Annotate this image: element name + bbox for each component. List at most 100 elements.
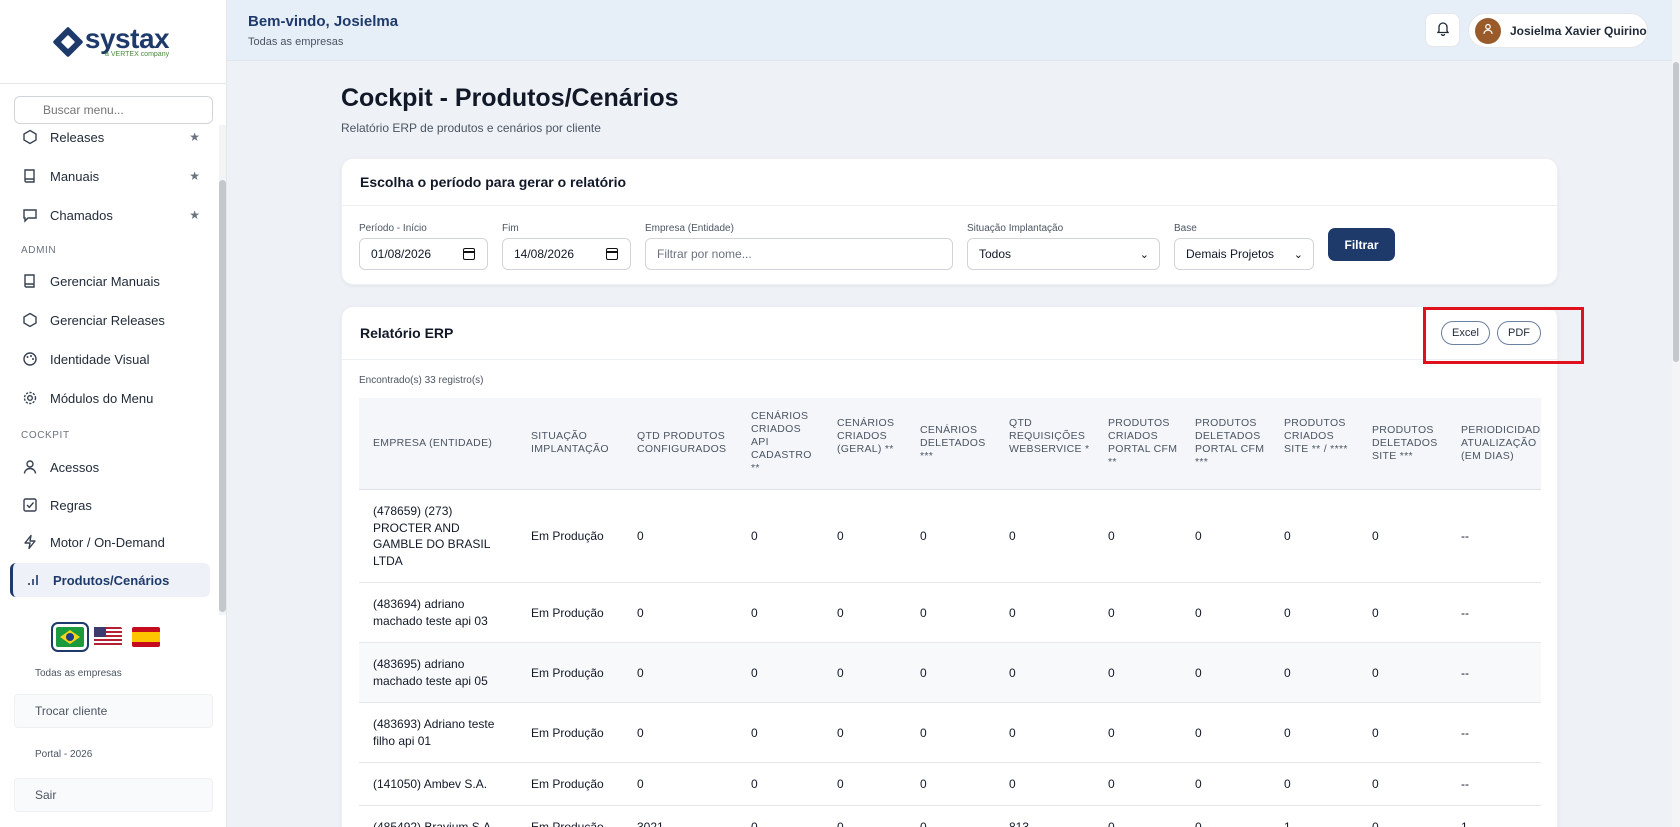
star-icon[interactable]: ★	[189, 208, 200, 222]
star-icon[interactable]: ★	[189, 130, 200, 144]
table-cell: 0	[920, 606, 927, 620]
sidebar-item-regras[interactable]: Regras	[10, 488, 210, 522]
table-row[interactable]: (483693) Adriano teste filho api 01 Em P…	[359, 703, 1541, 763]
table-cell: 0	[751, 820, 758, 827]
record-count: Encontrado(s) 33 registro(s)	[359, 375, 484, 386]
column-header[interactable]: PERIODICIDADE ATUALIZAÇÃO (EM DIAS)	[1461, 424, 1541, 463]
column-header[interactable]: QTD REQUISIÇÕES WEBSERVICE *	[1009, 417, 1091, 456]
column-header[interactable]: EMPRESA (ENTIDADE)	[373, 437, 503, 450]
table-row[interactable]: (478659) (273) PROCTER AND GAMBLE DO BRA…	[359, 490, 1541, 583]
end-date-input[interactable]: 14/08/2026	[502, 238, 631, 270]
table-cell: 0	[751, 777, 758, 791]
table-row[interactable]: (141050) Ambev S.A. Em Produção 0 0 0 0 …	[359, 763, 1541, 806]
table-cell: --	[1461, 726, 1469, 740]
table-cell: 0	[1195, 529, 1202, 543]
column-header[interactable]: CENÁRIOS CRIADOS (GERAL) **	[837, 417, 905, 456]
calendar-icon[interactable]	[463, 248, 475, 260]
company-scope-label: Todas as empresas	[35, 668, 122, 679]
flag-usa-icon[interactable]	[94, 627, 122, 647]
report-card-title: Relatório ERP	[342, 307, 1557, 360]
table-cell: 0	[837, 606, 844, 620]
table-cell: 0	[837, 726, 844, 740]
table-cell: 0	[1108, 777, 1115, 791]
table-header: EMPRESA (ENTIDADE) SITUAÇÃO IMPLANTAÇÃO …	[359, 398, 1541, 490]
table-cell: (483694) adriano machado teste api 03	[373, 597, 488, 628]
language-selector	[51, 622, 160, 652]
page-subtitle: Relatório ERP de produtos e cenários por…	[341, 121, 601, 135]
start-date-input[interactable]: 01/08/2026	[359, 238, 488, 270]
table-cell: 0	[1372, 820, 1379, 827]
calendar-icon[interactable]	[606, 248, 618, 260]
table-cell: 0	[1284, 666, 1291, 680]
sidebar-item-gerenciar-manuais[interactable]: Gerenciar Manuais	[10, 264, 210, 298]
sidebar-item-label: Regras	[50, 497, 92, 513]
column-header[interactable]: QTD PRODUTOS CONFIGURADOS	[637, 430, 737, 456]
company-filter-input[interactable]: Filtrar por nome...	[645, 238, 953, 270]
table-row[interactable]: (485492) Bravium S.A. Em Produção 3021 0…	[359, 806, 1541, 827]
column-header[interactable]: CENÁRIOS CRIADOS API CADASTRO **	[751, 410, 819, 475]
notifications-button[interactable]	[1425, 13, 1460, 47]
sidebar-scrollbar-thumb[interactable]	[219, 180, 226, 612]
table-row[interactable]: (483694) adriano machado teste api 03 Em…	[359, 583, 1541, 643]
chat-icon	[22, 207, 38, 223]
table-cell: 0	[637, 777, 644, 791]
sidebar-item-label: Acessos	[50, 459, 100, 475]
table-cell: (485492) Bravium S.A.	[373, 820, 495, 827]
sidebar-item-acessos[interactable]: Acessos	[10, 450, 210, 484]
brand-name: systax	[84, 23, 170, 54]
column-header[interactable]: PRODUTOS DELETADOS SITE ***	[1372, 424, 1450, 463]
sidebar-item-label: Chamados	[50, 207, 113, 223]
switch-client-button[interactable]: Trocar cliente	[14, 694, 213, 728]
table-row[interactable]: (483695) adriano machado teste api 05 Em…	[359, 643, 1541, 703]
column-header[interactable]: PRODUTOS DELETADOS PORTAL CFM ***	[1195, 417, 1270, 469]
status-select[interactable]: Todos ⌄	[967, 238, 1160, 270]
portal-version-label: Portal - 2026	[35, 749, 93, 760]
sidebar-item-label: Identidade Visual	[50, 351, 150, 367]
sidebar-item-identidade-visual[interactable]: Identidade Visual	[10, 342, 210, 376]
sidebar-item-produtos-cenarios[interactable]: Produtos/Cenários	[10, 563, 210, 597]
table-cell: 0	[1009, 726, 1016, 740]
table-cell: 3021	[637, 820, 664, 827]
sidebar-item-modulos-menu[interactable]: Módulos do Menu	[10, 381, 210, 415]
flag-spain-icon[interactable]	[132, 627, 160, 647]
table-cell: 0	[837, 820, 844, 827]
sidebar-item-motor-on-demand[interactable]: Motor / On-Demand	[10, 525, 210, 559]
table-cell: 0	[1009, 666, 1016, 680]
sidebar-item-manuais[interactable]: Manuais ★	[10, 159, 210, 193]
table-cell: 0	[1372, 777, 1379, 791]
checkbox-icon	[22, 497, 38, 513]
table-cell: Em Produção	[531, 726, 604, 740]
table-cell: 0	[1284, 777, 1291, 791]
palette-icon	[22, 351, 38, 367]
table-cell: 0	[920, 820, 927, 827]
page-scrollbar-thumb[interactable]	[1673, 62, 1679, 362]
sidebar-item-gerenciar-releases[interactable]: Gerenciar Releases	[10, 303, 210, 337]
sidebar-item-label: Releases	[50, 129, 105, 145]
sidebar-item-label: Gerenciar Manuais	[50, 273, 160, 289]
base-select[interactable]: Demais Projetos ⌄	[1174, 238, 1314, 270]
column-header[interactable]: PRODUTOS CRIADOS PORTAL CFM **	[1108, 417, 1180, 469]
bell-icon	[1435, 20, 1451, 41]
user-menu-button[interactable]: Josielma Xavier Quirino	[1468, 13, 1648, 48]
column-header[interactable]: CENÁRIOS DELETADOS ***	[920, 424, 992, 463]
welcome-title: Bem-vindo, Josielma	[248, 13, 399, 30]
user-name: Josielma Xavier Quirino	[1510, 23, 1647, 38]
report-table: EMPRESA (ENTIDADE) SITUAÇÃO IMPLANTAÇÃO …	[359, 398, 1541, 827]
sidebar-item-chamados[interactable]: Chamados ★	[10, 198, 210, 232]
table-cell: 0	[637, 666, 644, 680]
book-icon	[22, 273, 38, 289]
star-icon[interactable]: ★	[189, 169, 200, 183]
sidebar-item-releases[interactable]: Releases ★	[10, 120, 210, 154]
column-header[interactable]: SITUAÇÃO IMPLANTAÇÃO	[531, 430, 621, 456]
flag-brazil-icon[interactable]	[51, 622, 89, 652]
user-icon	[22, 459, 38, 475]
user-icon	[1482, 22, 1494, 40]
filter-button[interactable]: Filtrar	[1328, 228, 1395, 261]
page-title: Cockpit - Produtos/Cenários	[341, 84, 679, 112]
table-cell: (478659) (273) PROCTER AND GAMBLE DO BRA…	[373, 504, 490, 568]
sidebar-item-label: Produtos/Cenários	[53, 572, 170, 588]
column-header[interactable]: PRODUTOS CRIADOS SITE ** / ****	[1284, 417, 1356, 456]
status-select-value: Todos	[979, 247, 1012, 261]
logout-button[interactable]: Sair	[14, 778, 213, 812]
table-cell: 0	[920, 666, 927, 680]
